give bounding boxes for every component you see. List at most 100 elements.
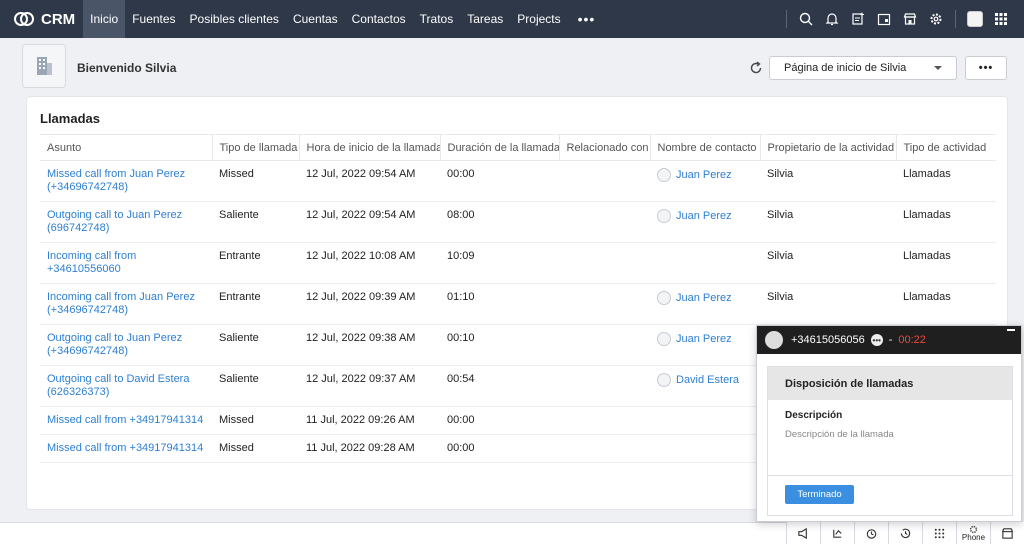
table-row[interactable]: Outgoing call to Juan Perez (696742748) S… [40,201,996,243]
dialpad-icon[interactable] [922,522,956,544]
homepage-select[interactable]: Página de inicio de Silvia [769,56,957,80]
contact-link[interactable]: David Estera [657,373,753,387]
search-icon[interactable] [793,0,819,38]
call-type-cell: Entrante [212,283,299,325]
caller-avatar [765,331,783,349]
contact-name[interactable]: Juan Perez [676,333,732,346]
nav-item-fuentes[interactable]: Fuentes [125,0,182,38]
more-options-icon[interactable]: ••• [870,334,883,346]
nav-item-cuentas[interactable]: Cuentas [286,0,345,38]
call-subject-link[interactable]: Outgoing call to David Estera (626326373… [40,365,212,407]
nav-item-tareas[interactable]: Tareas [460,0,510,38]
activity-owner-cell: Silvia [760,201,896,243]
contact-name[interactable]: Juan Perez [676,169,732,182]
alarm-icon[interactable] [854,522,888,544]
nav-item-contactos[interactable]: Contactos [345,0,413,38]
call-duration-cell: 00:00 [440,434,559,463]
column-header[interactable]: Relacionado con [558,134,650,161]
activity-type-cell: Llamadas [896,160,996,202]
column-header[interactable]: Asunto [40,134,212,161]
contact-name-cell[interactable] [650,406,760,435]
related-to-cell [559,365,650,407]
call-subject-link[interactable]: Incoming call from +34610556060 [40,242,212,284]
chevron-down-icon [934,66,942,70]
call-start-cell: 12 Jul, 2022 09:38 AM [299,324,440,366]
call-duration-cell: 00:00 [440,160,559,202]
call-subject-link[interactable]: Outgoing call to Juan Perez (696742748) [40,201,212,243]
table-row[interactable]: Missed call from Juan Perez (+3469674274… [40,160,996,202]
contact-name-cell[interactable] [650,462,760,469]
apps-grid-icon[interactable] [988,0,1014,38]
call-type-cell: Missed [212,462,299,469]
column-header[interactable]: Hora de inicio de la llamada [298,134,440,161]
call-subject-link[interactable]: Missed call from +34917941314 [40,462,212,469]
contact-link[interactable]: Juan Perez [657,332,753,346]
contact-link[interactable]: Juan Perez [657,291,753,305]
description-label: Descripción [785,410,843,421]
crm-logo-icon [14,12,34,26]
nav-item-tratos[interactable]: Tratos [413,0,461,38]
nav-item-posibles-clientes[interactable]: Posibles clientes [183,0,286,38]
nav-more-button[interactable]: ••• [568,0,606,38]
contact-name-cell[interactable]: David Estera [650,365,760,407]
done-button[interactable]: Terminado [785,485,854,504]
contact-name-cell[interactable] [650,242,760,284]
call-subject-link[interactable]: Missed call from +34917941314 [40,434,212,463]
contact-name-cell[interactable]: Juan Perez [650,201,760,243]
call-subject-link[interactable]: Outgoing call to Juan Perez (+3469674274… [40,324,212,366]
add-note-icon[interactable] [845,0,871,38]
contact-name[interactable]: David Estera [676,374,739,387]
top-nav-bar: CRM Inicio Fuentes Posibles clientes Cue… [0,0,1024,38]
settings-icon[interactable] [923,0,949,38]
contact-name-cell[interactable]: Juan Perez [650,283,760,325]
related-to-cell [559,201,650,243]
divider [768,475,1012,476]
contact-link[interactable]: Juan Perez [657,168,753,182]
call-type-cell: Missed [212,406,299,435]
contact-avatar [657,168,671,182]
column-header[interactable]: Tipo de llamada [211,134,299,161]
column-header[interactable]: Duración de la llamada [439,134,559,161]
column-header[interactable]: Propietario de la actividad [759,134,896,161]
contact-name[interactable]: Juan Perez [676,210,732,223]
refresh-icon[interactable] [748,60,764,76]
disposition-title: Disposición de llamadas [768,367,1012,400]
divider [786,10,787,28]
column-header[interactable]: Tipo de actividad [895,134,996,161]
contact-name-cell[interactable]: Juan Perez [650,160,760,202]
call-subject-link[interactable]: Incoming call from Juan Perez (+34696742… [40,283,212,325]
related-to-cell [559,160,650,202]
phone-label: Phone [961,532,986,542]
calendar-icon[interactable] [871,0,897,38]
header-more-button[interactable]: ••• [965,56,1007,80]
contact-name-cell[interactable]: Juan Perez [650,324,760,366]
phone-header: +34615056056 ••• - 00:22 [757,326,1021,354]
call-subject-link[interactable]: Missed call from +34917941314 [40,406,212,435]
phone-settings-button[interactable]: Phone [956,522,990,544]
table-row[interactable]: Incoming call from +34610556060 Entrante 1… [40,242,996,284]
call-duration-cell: 08:00 [440,201,559,243]
history-icon[interactable] [888,522,922,544]
table-row[interactable]: Incoming call from Juan Perez (+34696742… [40,283,996,325]
marketplace-icon[interactable] [897,0,923,38]
contact-name[interactable]: Juan Perez [676,292,732,305]
store-icon[interactable] [990,522,1024,544]
related-to-cell [559,406,650,435]
call-start-cell: 12 Jul, 2022 09:37 AM [299,365,440,407]
nav-item-projects[interactable]: Projects [510,0,567,38]
minimize-button[interactable] [1007,329,1015,331]
nav-item-inicio[interactable]: Inicio [83,0,126,38]
call-start-cell: 12 Jul, 2022 09:39 AM [299,283,440,325]
contact-link[interactable]: Juan Perez [657,209,753,223]
description-input[interactable]: Descripción de la llamada [785,429,894,440]
megaphone-icon[interactable] [786,522,820,544]
crm-logo[interactable]: CRM [0,0,83,38]
column-header[interactable]: Nombre de contacto [649,134,760,161]
bell-icon[interactable] [819,0,845,38]
user-avatar[interactable] [962,0,988,38]
contact-name-cell[interactable] [650,434,760,463]
recent-activity-icon[interactable] [820,522,854,544]
call-type-cell: Entrante [212,242,299,284]
call-subject-link[interactable]: Missed call from Juan Perez (+3469674274… [40,160,212,202]
welcome-header: Bienvenido Silvia Página de inicio de Si… [0,38,1024,96]
